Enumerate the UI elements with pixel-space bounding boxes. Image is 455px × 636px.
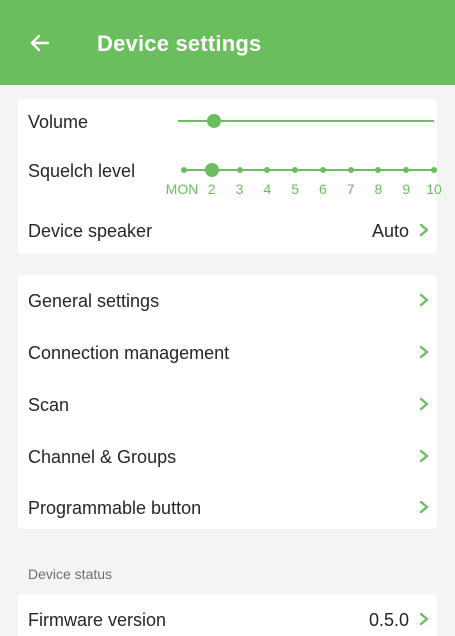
menu-item-label: Scan <box>28 395 70 415</box>
chevron-right-icon <box>418 345 430 359</box>
chevron-right-icon <box>418 223 430 237</box>
menu-item-label: Connection management <box>28 343 230 363</box>
squelch-tick-label: 5 <box>291 181 300 197</box>
menu-item-label: Channel & Groups <box>28 447 177 467</box>
squelch-tick-label: 2 <box>207 181 216 197</box>
device-speaker-label: Device speaker <box>28 221 153 241</box>
chevron-right-icon <box>418 612 430 626</box>
chevron-right-icon <box>418 397 430 411</box>
squelch-step-dot <box>403 167 410 173</box>
squelch-step-dot <box>431 167 437 173</box>
menu-item-label: General settings <box>28 291 160 311</box>
device-speaker-value: Auto <box>371 221 409 241</box>
settings-menu-card <box>18 275 437 529</box>
device-status-heading: Device status <box>28 566 113 582</box>
chevron-right-icon <box>418 293 430 307</box>
squelch-step-dot <box>236 167 243 173</box>
volume-slider-thumb[interactable] <box>206 114 221 128</box>
chevron-right-icon <box>418 500 430 514</box>
squelch-step-dot <box>375 167 382 173</box>
squelch-tick-label: 8 <box>374 181 383 197</box>
back-button[interactable] <box>27 30 53 56</box>
squelch-tick-label: 4 <box>263 181 272 197</box>
squelch-tick-label: 9 <box>402 181 411 197</box>
menu-item-label: Programmable button <box>28 498 202 518</box>
squelch-tick-label: 6 <box>318 181 327 197</box>
chevron-right-icon <box>418 449 430 463</box>
page-title: Device settings <box>97 31 262 56</box>
squelch-step-dot <box>319 167 326 173</box>
squelch-step-dot <box>347 167 354 173</box>
squelch-tick-labels: MON 2 3 4 5 6 7 8 9 10 <box>0 181 455 199</box>
squelch-step-dot <box>264 167 271 173</box>
squelch-tick-label: MON <box>165 181 199 197</box>
firmware-version-value: 0.5.0 <box>368 610 409 630</box>
squelch-slider-thumb[interactable] <box>204 163 219 177</box>
squelch-tick-label: 10 <box>426 181 442 197</box>
squelch-step-dot <box>181 167 187 173</box>
squelch-level-slider[interactable] <box>181 163 437 177</box>
firmware-version-label: Firmware version <box>28 610 167 630</box>
squelch-tick-label: 7 <box>346 181 355 197</box>
squelch-step-dot <box>292 167 299 173</box>
squelch-level-label: Squelch level <box>28 161 136 181</box>
squelch-slider-track <box>184 169 434 171</box>
app-bar: Device settings <box>0 0 455 85</box>
squelch-tick-label: 3 <box>235 181 244 197</box>
volume-label: Volume <box>28 112 89 132</box>
arrow-left-icon <box>30 34 50 52</box>
volume-slider[interactable] <box>178 114 434 128</box>
